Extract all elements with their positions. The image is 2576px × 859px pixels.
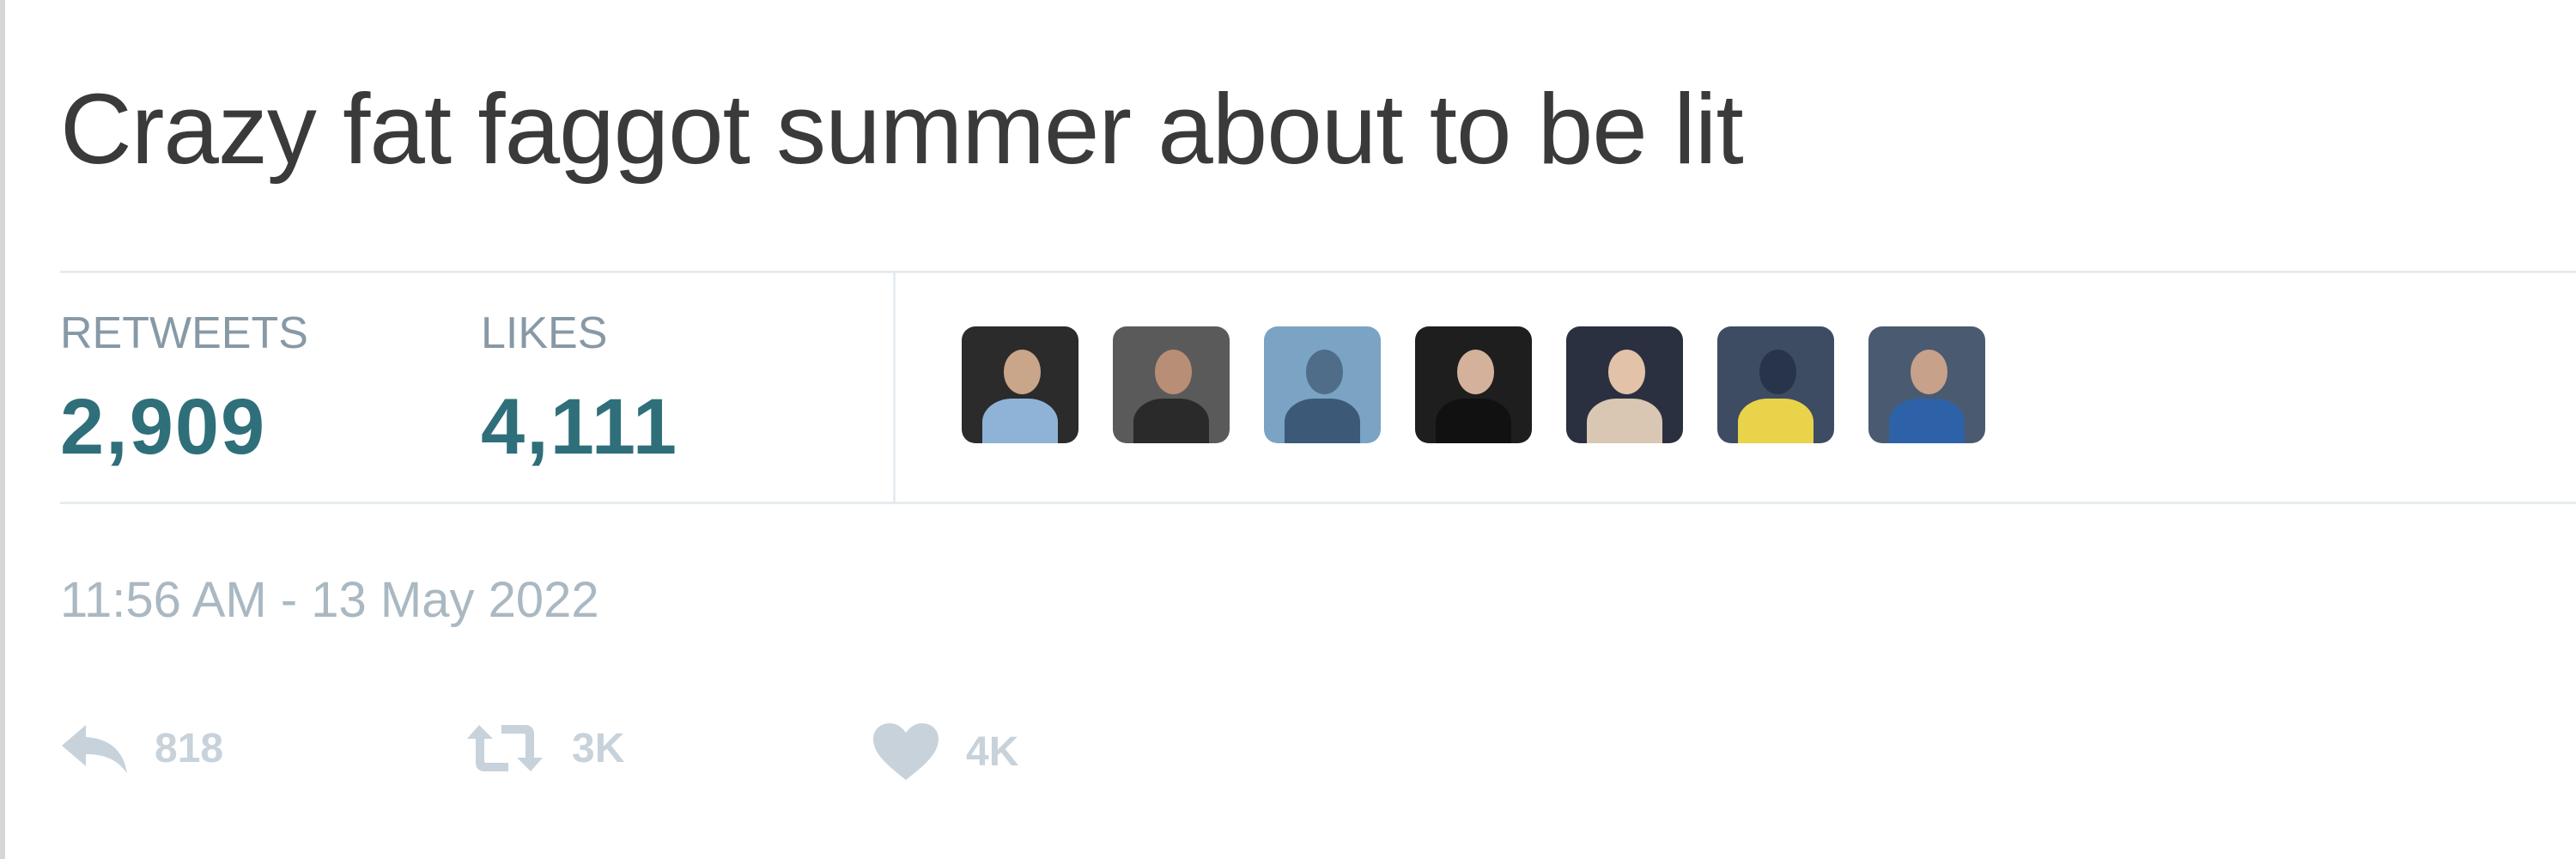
user-avatar-1[interactable] bbox=[962, 326, 1078, 443]
retweets-stat[interactable]: RETWEETS 2,909 bbox=[60, 308, 308, 474]
likes-label: LIKES bbox=[481, 308, 608, 358]
heart-icon bbox=[872, 722, 940, 782]
reply-button[interactable]: 818 bbox=[60, 722, 223, 775]
retweet-icon bbox=[464, 722, 546, 775]
retweet-count: 3K bbox=[572, 725, 625, 771]
retweet-button[interactable]: 3K bbox=[464, 722, 624, 775]
tweet-timestamp[interactable]: 11:56 AM - 13 May 2022 bbox=[60, 571, 599, 629]
tweet-stats-row: RETWEETS 2,909 LIKES 4,111 bbox=[60, 271, 2576, 504]
likes-count: 4,111 bbox=[481, 383, 679, 471]
tweet-card: Crazy fat faggot summer about to be lit … bbox=[60, 0, 2576, 859]
reply-count: 818 bbox=[155, 725, 224, 771]
user-avatar-6[interactable] bbox=[1717, 326, 1834, 443]
retweets-label: RETWEETS bbox=[60, 308, 308, 358]
like-button[interactable]: 4K bbox=[872, 722, 1018, 782]
tweet-text: Crazy fat faggot summer about to be lit bbox=[60, 73, 1744, 185]
like-count: 4K bbox=[966, 728, 1019, 775]
tweet-actions: 818 3K 4K bbox=[60, 722, 1262, 807]
user-avatar-4[interactable] bbox=[1415, 326, 1532, 443]
retweets-count: 2,909 bbox=[60, 383, 267, 471]
user-avatar-5[interactable] bbox=[1566, 326, 1683, 443]
user-avatar-2[interactable] bbox=[1113, 326, 1230, 443]
window-left-border bbox=[0, 0, 5, 859]
likes-stat[interactable]: LIKES 4,111 bbox=[481, 308, 678, 474]
stats-divider bbox=[893, 273, 896, 502]
reply-icon bbox=[60, 722, 129, 775]
liker-avatars bbox=[962, 326, 1985, 443]
user-avatar-3[interactable] bbox=[1264, 326, 1381, 443]
user-avatar-7[interactable] bbox=[1868, 326, 1985, 443]
